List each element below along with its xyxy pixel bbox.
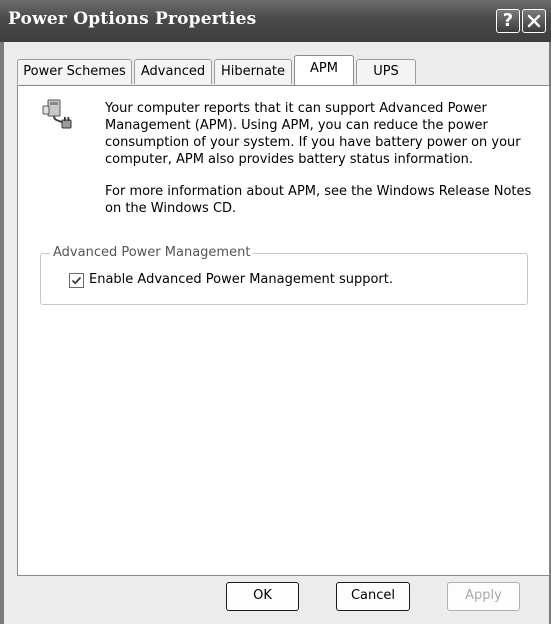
- tab-apm[interactable]: APM: [294, 55, 354, 85]
- window-title: Power Options Properties: [8, 9, 257, 29]
- tab-hibernate[interactable]: Hibernate: [214, 59, 292, 84]
- apm-group-label: Advanced Power Management: [50, 245, 254, 260]
- ok-button[interactable]: OK: [226, 582, 299, 611]
- title-bar[interactable]: Power Options Properties ?: [0, 0, 551, 42]
- apm-tab-panel: Your computer reports that it can suppor…: [17, 85, 550, 576]
- enable-apm-checkbox[interactable]: [69, 273, 84, 288]
- checkmark-icon: [71, 276, 82, 285]
- dialog-body: Power Schemes Advanced Hibernate APM UPS…: [4, 42, 550, 624]
- apm-paragraph-1: Your computer reports that it can suppor…: [105, 101, 521, 167]
- apm-paragraph-2: For more information about APM, see the …: [105, 184, 532, 216]
- apm-groupbox: Advanced Power Management Enable Advance…: [40, 245, 528, 305]
- tab-power-schemes[interactable]: Power Schemes: [17, 59, 132, 84]
- apm-computer-plug-icon: [42, 99, 72, 129]
- power-options-dialog: Power Options Properties ? Power Schemes…: [0, 0, 551, 624]
- help-button[interactable]: ?: [496, 9, 520, 33]
- cancel-button[interactable]: Cancel: [336, 582, 410, 611]
- close-button[interactable]: [522, 9, 546, 33]
- apm-description: Your computer reports that it can suppor…: [105, 100, 541, 232]
- close-icon: [527, 14, 541, 28]
- tab-ups[interactable]: UPS: [356, 59, 416, 84]
- tab-advanced[interactable]: Advanced: [134, 59, 212, 84]
- apply-button[interactable]: Apply: [447, 582, 520, 611]
- enable-apm-label[interactable]: Enable Advanced Power Management support…: [89, 272, 393, 287]
